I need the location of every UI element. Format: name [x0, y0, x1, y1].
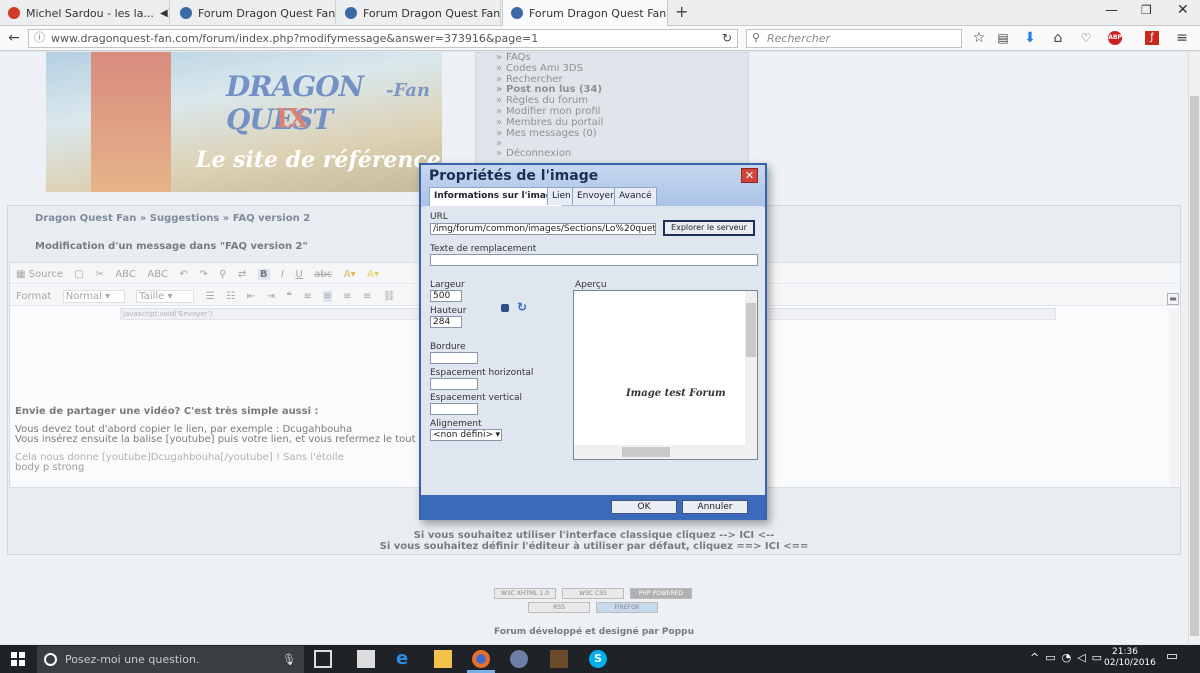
- tab-label: Forum Dragon Quest Fan: [198, 6, 336, 20]
- edge-icon[interactable]: e: [396, 650, 414, 668]
- preview-vscroll[interactable]: [745, 291, 757, 445]
- dialog-close-icon[interactable]: ✕: [741, 168, 758, 183]
- preview-hscroll-thumb[interactable]: [622, 447, 670, 457]
- speaker-icon[interactable]: ◀): [160, 8, 169, 19]
- minimize-icon[interactable]: —: [1105, 3, 1118, 18]
- slime-icon: [511, 7, 523, 19]
- url-input[interactable]: /img/forum/common/images/Sections/Lo%20q…: [430, 223, 656, 235]
- store-icon[interactable]: [357, 650, 375, 668]
- firefox-icon[interactable]: [472, 650, 490, 668]
- border-input[interactable]: [430, 352, 478, 364]
- search-placeholder: Rechercher: [767, 32, 831, 45]
- adblock-icon[interactable]: ABP: [1108, 31, 1122, 45]
- cortana-search-box[interactable]: Posez-moi une question. 🎙: [37, 646, 304, 673]
- tab-label: Forum Dragon Quest Fan: [529, 6, 667, 20]
- flash-icon[interactable]: ƒ: [1145, 31, 1159, 45]
- url-label: URL: [430, 212, 448, 222]
- microphone-icon[interactable]: 🎙: [282, 646, 296, 673]
- image-preview: Image test Forum: [573, 290, 758, 460]
- chevron-down-icon: ▾: [495, 430, 500, 440]
- skype-icon[interactable]: S: [589, 650, 607, 668]
- url-text: www.dragonquest-fan.com/forum/index.php?…: [51, 32, 539, 45]
- file-explorer-icon[interactable]: [434, 650, 452, 668]
- hspace-input[interactable]: [430, 378, 478, 390]
- home-icon[interactable]: ⌂: [1048, 28, 1068, 47]
- system-tray-icons[interactable]: ^▭◔◁▭: [1030, 651, 1108, 664]
- clock-time: 21:36: [1112, 647, 1138, 657]
- start-pane: [19, 660, 25, 666]
- back-icon[interactable]: ←: [4, 28, 24, 47]
- cortana-placeholder: Posez-moi une question.: [65, 653, 200, 666]
- dialog-header[interactable]: Propriétés de l'image ✕ Informations sur…: [421, 165, 765, 207]
- windows-start-icon[interactable]: [11, 652, 25, 666]
- close-window-icon[interactable]: ✕: [1177, 2, 1189, 18]
- tab-michel-sardou[interactable]: Michel Sardou - les la... ◀) ×: [0, 0, 170, 26]
- align-value: <non défini>: [433, 430, 493, 440]
- info-icon[interactable]: ⓘ: [34, 31, 45, 45]
- pocket-icon[interactable]: ♡: [1076, 28, 1096, 47]
- hspace-label: Espacement horizontal: [430, 368, 534, 378]
- menu-icon[interactable]: ≡: [1172, 28, 1192, 47]
- reading-list-icon[interactable]: ▤: [993, 28, 1013, 47]
- start-pane: [19, 652, 25, 658]
- download-icon[interactable]: ⬇: [1020, 28, 1040, 47]
- tab-image-info[interactable]: Informations sur l'image: [429, 187, 564, 206]
- align-label: Alignement: [430, 419, 482, 429]
- slime-icon: [345, 7, 357, 19]
- tab-label: Forum Dragon Quest Fan: [363, 6, 501, 20]
- width-input[interactable]: 500: [430, 290, 462, 302]
- vspace-input[interactable]: [430, 403, 478, 415]
- alt-input[interactable]: [430, 254, 758, 266]
- cortana-icon: [44, 653, 57, 666]
- tab-forum-2[interactable]: Forum Dragon Quest Fan ×: [337, 0, 501, 26]
- width-label: Largeur: [430, 280, 465, 290]
- lock-ratio-icon[interactable]: [501, 304, 509, 312]
- tab-forum-active[interactable]: Forum Dragon Quest Fan ×: [502, 0, 668, 26]
- tab-forum-1[interactable]: Forum Dragon Quest Fan ×: [172, 0, 336, 26]
- url-bar[interactable]: ⓘ www.dragonquest-fan.com/forum/index.ph…: [28, 29, 738, 48]
- taskbar-clock[interactable]: 21:36 02/10/2016: [1104, 647, 1156, 669]
- start-pane: [11, 660, 17, 666]
- tab-upload[interactable]: Envoyer: [572, 187, 619, 205]
- notification-icon[interactable]: ▭: [1160, 649, 1184, 671]
- cancel-button[interactable]: Annuler: [682, 500, 748, 514]
- task-view-icon[interactable]: [314, 650, 332, 668]
- align-select[interactable]: <non défini> ▾: [430, 429, 502, 441]
- dialog-footer: OK Annuler: [421, 495, 765, 520]
- restore-icon[interactable]: ❐: [1141, 3, 1152, 17]
- preview-hscroll[interactable]: [574, 445, 757, 459]
- preview-text: Image test Forum: [626, 388, 726, 399]
- reload-icon[interactable]: ↻: [717, 28, 737, 47]
- bookmark-star-icon[interactable]: ☆: [969, 28, 989, 47]
- page-scrollbar[interactable]: [1188, 52, 1200, 644]
- height-label: Hauteur: [430, 306, 467, 316]
- browser-tab-bar: Michel Sardou - les la... ◀) × Forum Dra…: [0, 0, 1200, 26]
- start-pane: [11, 652, 17, 658]
- tab-advanced[interactable]: Avancé: [614, 187, 657, 205]
- slime-icon: [180, 7, 192, 19]
- scrollbar-thumb[interactable]: [1190, 96, 1199, 636]
- image-properties-dialog: Propriétés de l'image ✕ Informations sur…: [419, 163, 767, 520]
- tab-label: Michel Sardou - les la...: [26, 6, 154, 20]
- alt-label: Texte de remplacement: [430, 244, 537, 254]
- reset-size-icon[interactable]: ↻: [517, 300, 527, 314]
- ok-button[interactable]: OK: [611, 500, 677, 514]
- vspace-label: Espacement vertical: [430, 393, 523, 403]
- app-icon[interactable]: [510, 650, 528, 668]
- height-input[interactable]: 284: [430, 316, 462, 328]
- search-icon: ⚲: [752, 31, 761, 44]
- youtube-icon: [8, 7, 20, 19]
- minecraft-icon[interactable]: [550, 650, 568, 668]
- search-bar[interactable]: ⚲ Rechercher: [746, 29, 962, 48]
- preview-label: Aperçu: [575, 280, 607, 290]
- preview-vscroll-thumb[interactable]: [746, 303, 756, 357]
- clock-date: 02/10/2016: [1104, 658, 1156, 668]
- new-tab-icon[interactable]: +: [675, 2, 688, 21]
- border-label: Bordure: [430, 342, 466, 352]
- dialog-title: Propriétés de l'image: [429, 168, 599, 184]
- browse-server-button[interactable]: Explorer le serveur: [663, 220, 755, 236]
